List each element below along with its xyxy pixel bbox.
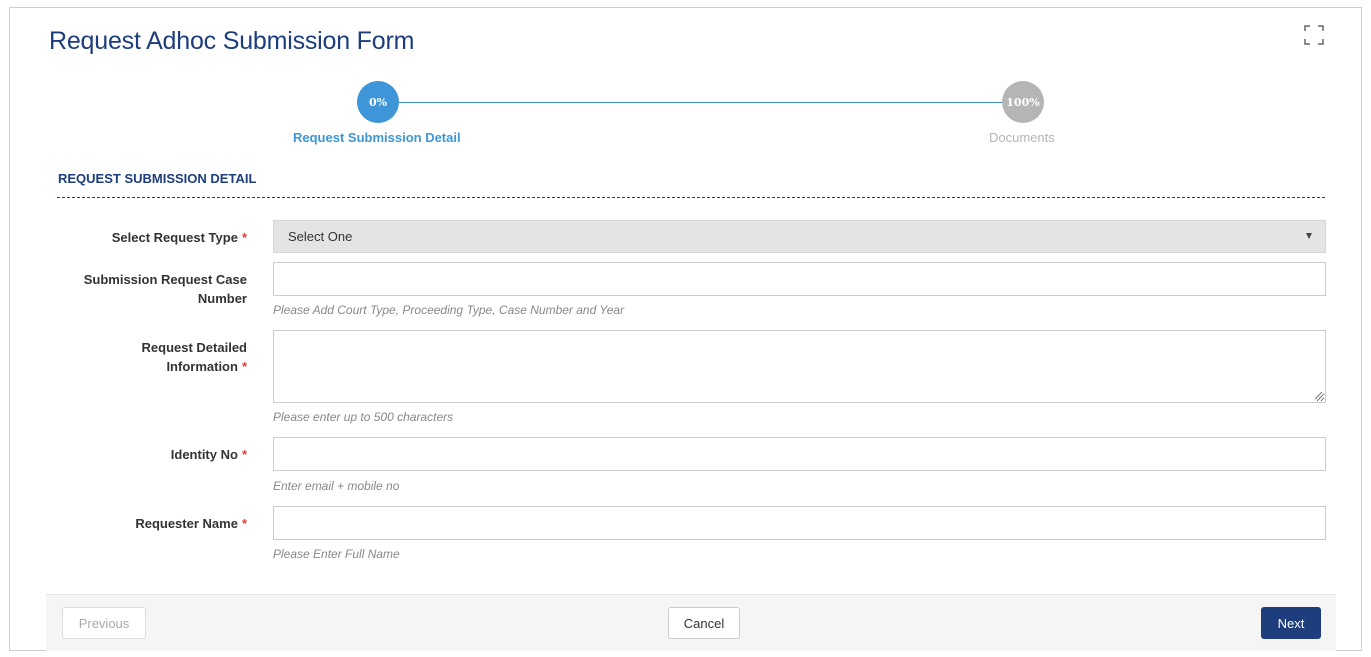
requester-name-input[interactable] (273, 506, 1326, 540)
identity-no-label: Identity No * (57, 445, 247, 464)
case-number-hint: Please Add Court Type, Proceeding Type, … (273, 303, 625, 317)
detailed-info-label-line2: Information (166, 359, 238, 374)
detailed-info-hint: Please enter up to 500 characters (273, 410, 454, 424)
detailed-info-label-line1: Request Detailed (141, 340, 247, 355)
step-1-percent: 0% (368, 95, 388, 109)
section-divider (57, 197, 1325, 198)
case-number-label-line1: Submission Request Case (83, 272, 247, 287)
case-number-label-line2: Number (197, 291, 247, 306)
next-button[interactable]: Next (1261, 607, 1321, 639)
request-type-label: Select Request Type * (57, 228, 247, 247)
request-type-select[interactable]: Select One (273, 220, 1326, 253)
step-1-indicator[interactable]: 0% (357, 81, 399, 123)
requester-name-label: Requester Name * (57, 514, 247, 533)
request-type-label-text: Select Request Type (111, 230, 238, 245)
step-2-label[interactable]: Documents (989, 130, 1055, 145)
detailed-info-label: Request Detailed Information * (57, 338, 247, 376)
form-panel (9, 7, 1362, 651)
identity-no-input[interactable] (273, 437, 1326, 471)
step-2-indicator[interactable]: 100% (1002, 81, 1044, 123)
case-number-input[interactable] (273, 262, 1326, 296)
section-title: REQUEST SUBMISSION DETAIL (58, 171, 257, 186)
identity-no-hint: Enter email + mobile no (273, 479, 400, 493)
step-2-percent: 100% (1006, 95, 1040, 109)
required-asterisk: * (241, 516, 247, 531)
chevron-down-icon (1306, 233, 1312, 239)
stepper-track (398, 102, 1006, 103)
identity-no-label-text: Identity No (170, 447, 238, 462)
required-asterisk: * (241, 359, 247, 374)
page-title: Request Adhoc Submission Form (49, 27, 415, 55)
expand-icon[interactable] (1303, 24, 1325, 46)
required-asterisk: * (241, 230, 247, 245)
requester-name-label-text: Requester Name (135, 516, 238, 531)
previous-button[interactable]: Previous (62, 607, 146, 639)
detailed-info-textarea[interactable] (273, 330, 1326, 403)
requester-name-hint: Please Enter Full Name (273, 547, 400, 561)
request-type-selected-value: Select One (288, 229, 353, 244)
cancel-button[interactable]: Cancel (668, 607, 740, 639)
form-footer: Previous Cancel Next (46, 594, 1336, 651)
step-1-label[interactable]: Request Submission Detail (293, 130, 461, 145)
required-asterisk: * (241, 447, 247, 462)
case-number-label: Submission Request Case Number (57, 270, 247, 308)
